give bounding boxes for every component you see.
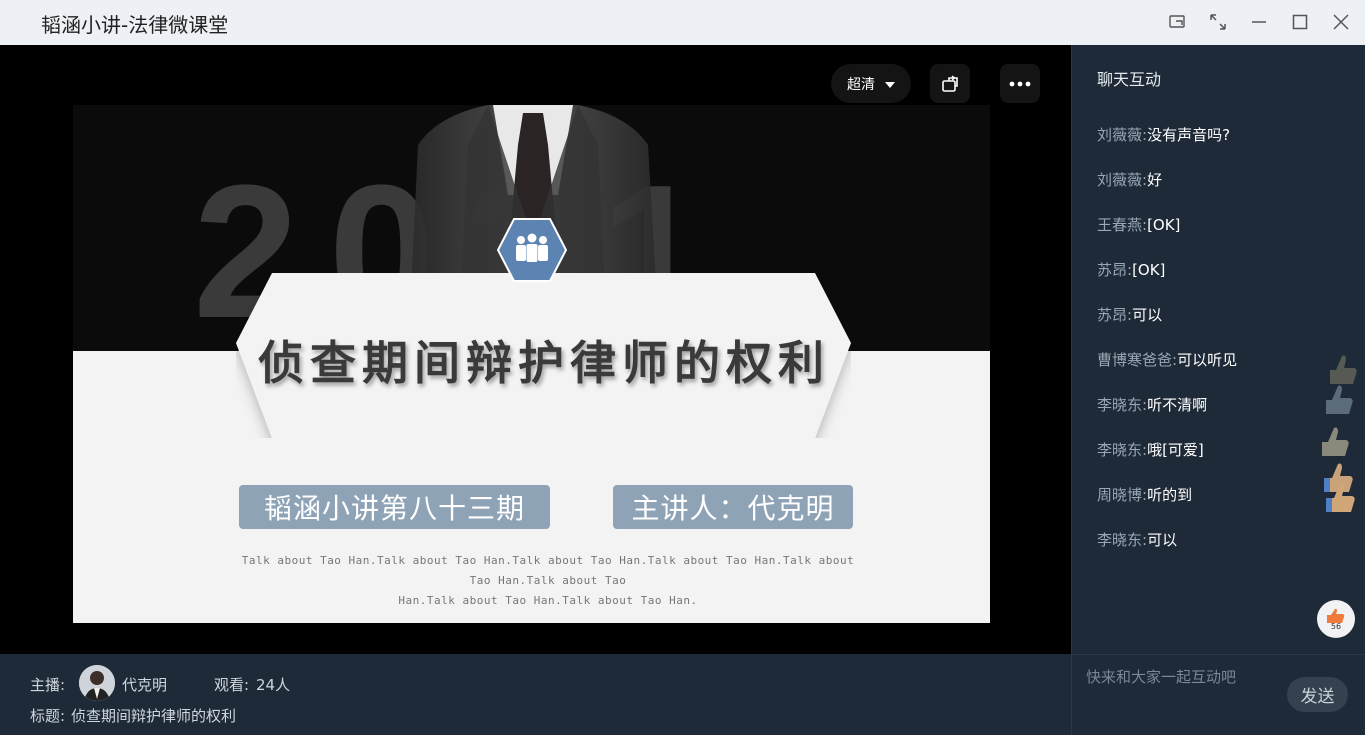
window-title: 韬涵小讲-法律微课堂	[41, 13, 229, 37]
quality-label: 超清	[847, 76, 875, 93]
like-count: 56	[1330, 621, 1342, 631]
chat-text: 没有声音吗?	[1147, 126, 1231, 144]
chat-message: 李晓东:哦[可爱]	[1097, 439, 1204, 460]
more-button[interactable]	[1000, 64, 1040, 103]
chat-input[interactable]	[1086, 665, 1276, 689]
chat-user: 王春燕:	[1097, 216, 1148, 234]
chat-text: [OK]	[1132, 261, 1166, 279]
chat-panel: 聊天互动 刘薇薇:没有声音吗? 刘薇薇:好 王春燕:[OK] 苏昂:[OK] 苏…	[1071, 45, 1365, 654]
close-icon[interactable]	[1328, 9, 1354, 35]
more-icon	[1009, 81, 1031, 86]
chat-message: 曹博寒爸爸:可以听见	[1097, 349, 1237, 370]
slide-footer-line1: Talk about Tao Han.Talk about Tao Han.Ta…	[241, 554, 855, 587]
broadcast-info-bar: 主播: 代克明 观看: 24人 标题: 侦查期间辩护律师的权利	[0, 654, 1071, 735]
chat-text: 听不清啊	[1147, 396, 1208, 414]
speaker-tag: 主讲人：代克明	[613, 485, 853, 529]
chat-user: 李晓东:	[1097, 531, 1148, 549]
chat-user: 苏昂:	[1097, 306, 1133, 324]
chat-message: 刘薇薇:好	[1097, 169, 1162, 190]
chat-text: 可以	[1132, 306, 1163, 324]
viewers-label: 观看:	[214, 676, 250, 694]
chat-text: 好	[1147, 171, 1163, 189]
chat-message: 李晓东:听不清啊	[1097, 394, 1207, 415]
chat-text: 可以听见	[1177, 351, 1238, 369]
quality-select[interactable]: 超清	[831, 64, 911, 103]
chat-user: 刘薇薇:	[1097, 171, 1148, 189]
like-button[interactable]: 56	[1317, 600, 1355, 638]
title-bar: 韬涵小讲-法律微课堂	[0, 0, 1365, 45]
share-button[interactable]	[930, 64, 970, 103]
chat-user: 周晓博:	[1097, 486, 1148, 504]
chat-message: 李晓东:可以	[1097, 529, 1177, 550]
thumbs-up-icon	[1322, 355, 1357, 512]
host-label: 主播:	[30, 676, 66, 694]
host-name: 代克明	[122, 676, 168, 694]
chat-user: 苏昂:	[1097, 261, 1133, 279]
chat-message: 刘薇薇:没有声音吗?	[1097, 124, 1230, 145]
chevron-down-icon	[885, 74, 895, 93]
avatar[interactable]	[79, 665, 115, 701]
chat-text: [OK]	[1147, 216, 1181, 234]
chat-text: 哦[可爱]	[1147, 441, 1204, 459]
slide-title: 侦查期间辩护律师的权利	[258, 336, 830, 390]
chat-header: 聊天互动	[1097, 70, 1162, 89]
send-button[interactable]: 发送	[1287, 677, 1348, 712]
video-player[interactable]: 2021 侦查期间辩护律师的权利 韬涵小讲第八十三期 主讲人：代克明	[0, 45, 1071, 654]
episode-tag: 韬涵小讲第八十三期	[239, 485, 550, 529]
chat-user: 刘薇薇:	[1097, 126, 1148, 144]
people-icon	[497, 218, 567, 282]
slide-footer: Talk about Tao Han.Talk about Tao Han.Ta…	[228, 551, 868, 611]
slide-footer-line2: Han.Talk about Tao Han.Talk about Tao Ha…	[398, 594, 698, 607]
maximize-icon[interactable]	[1287, 9, 1313, 35]
chat-message: 周晓博:听的到	[1097, 484, 1192, 505]
cast-icon[interactable]	[1164, 9, 1190, 35]
share-icon	[942, 74, 958, 92]
presentation-slide: 2021 侦查期间辩护律师的权利 韬涵小讲第八十三期 主讲人：代克明	[73, 105, 990, 623]
chat-user: 李晓东:	[1097, 441, 1148, 459]
topic-value: 侦查期间辩护律师的权利	[71, 707, 237, 725]
fullscreen-icon[interactable]	[1205, 9, 1231, 35]
viewers-count: 24人	[256, 676, 291, 694]
chat-message: 苏昂:[OK]	[1097, 259, 1165, 280]
topic-label: 标题:	[30, 707, 66, 725]
chat-message: 王春燕:[OK]	[1097, 214, 1180, 235]
chat-user: 曹博寒爸爸:	[1097, 351, 1178, 369]
chat-text: 可以	[1147, 531, 1178, 549]
minimize-icon[interactable]	[1246, 9, 1272, 35]
chat-user: 李晓东:	[1097, 396, 1148, 414]
chat-input-area: 发送	[1071, 654, 1365, 735]
chat-text: 听的到	[1147, 486, 1193, 504]
chat-message: 苏昂:可以	[1097, 304, 1162, 325]
